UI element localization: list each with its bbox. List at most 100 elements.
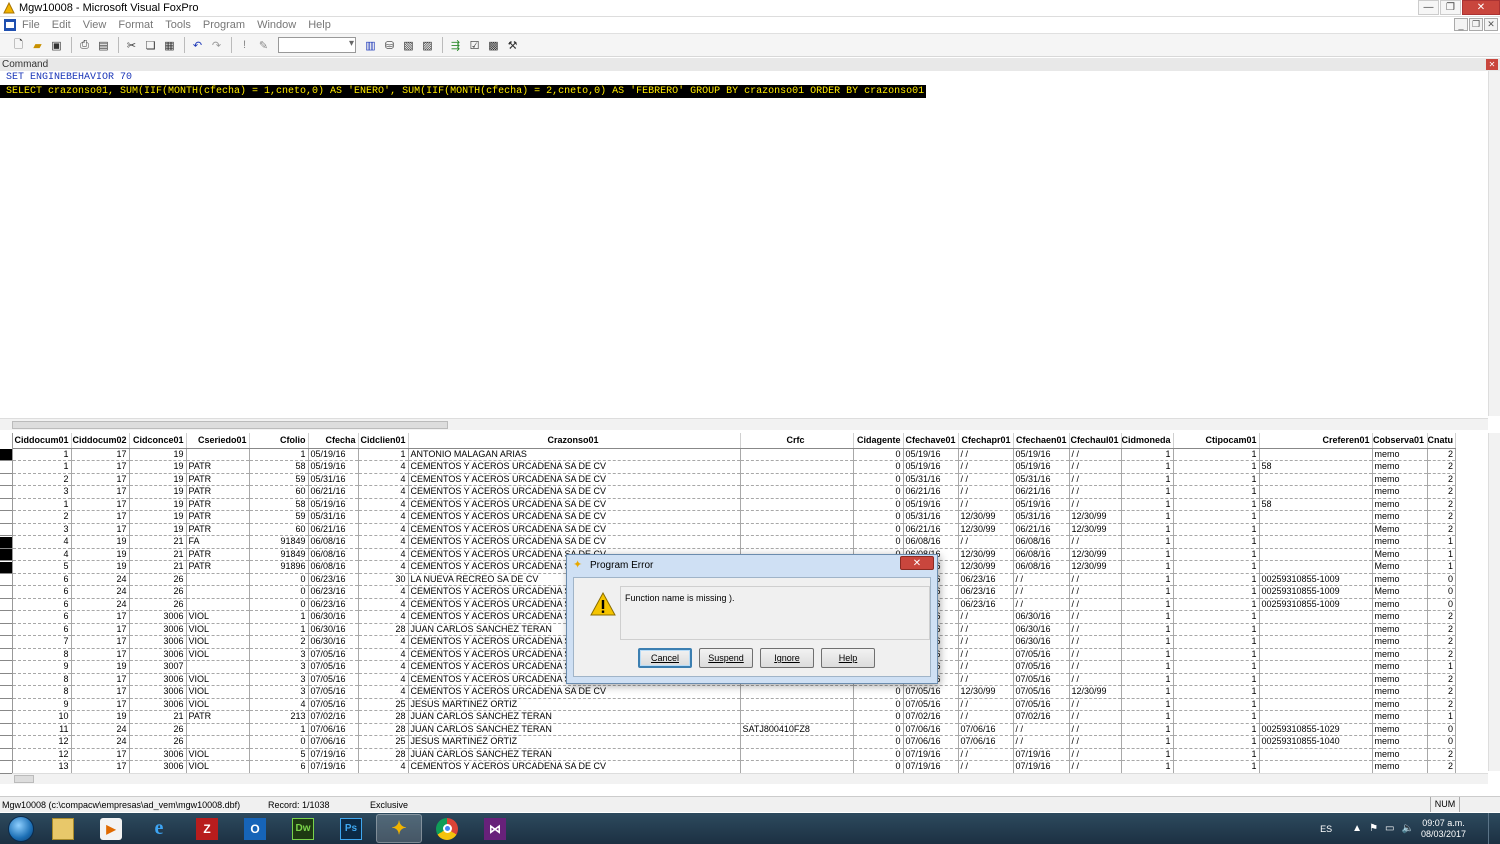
table-cell[interactable]: 07/05/16 bbox=[308, 648, 359, 661]
table-cell[interactable]: 60 bbox=[249, 523, 309, 536]
table-cell[interactable]: 06/23/16 bbox=[958, 573, 1014, 586]
column-header-cfechapr01[interactable]: Cfechapr01 bbox=[958, 433, 1014, 449]
table-cell[interactable]: VIOL bbox=[186, 635, 250, 649]
table-cell[interactable]: 11 bbox=[13, 723, 72, 736]
database-combo[interactable] bbox=[278, 37, 356, 53]
table-row[interactable]: 12 24 26 0 07/06/16 25 JESUS MARTINEZ ORTIZ 0 07… bbox=[13, 735, 1457, 749]
table-cell[interactable]: PATR bbox=[186, 548, 250, 561]
table-cell[interactable]: memo bbox=[1372, 610, 1428, 624]
column-header-crazonso01[interactable]: Crazonso01 bbox=[408, 433, 741, 449]
task-list-icon[interactable]: ☑ bbox=[466, 37, 483, 54]
table-cell[interactable]: 0 bbox=[1427, 598, 1457, 611]
table-cell[interactable]: CEMENTOS Y ACEROS URCADENA SA DE CV bbox=[408, 685, 741, 699]
table-cell[interactable]: 2 bbox=[1427, 473, 1457, 486]
table-cell[interactable]: 1 bbox=[1173, 760, 1260, 774]
table-cell[interactable]: / / bbox=[1069, 498, 1122, 511]
record-selector[interactable] bbox=[0, 574, 12, 586]
record-selector[interactable] bbox=[0, 699, 12, 711]
table-cell[interactable]: / / bbox=[958, 623, 1014, 636]
table-cell[interactable]: JUAN CARLOS SANCHEZ TERAN bbox=[408, 710, 741, 724]
table-cell[interactable]: 3006 bbox=[129, 748, 187, 761]
table-cell[interactable]: / / bbox=[1069, 460, 1122, 474]
table-cell[interactable]: 07/19/16 bbox=[308, 748, 359, 761]
table-cell[interactable] bbox=[740, 735, 854, 749]
table-cell[interactable]: PATR bbox=[186, 560, 250, 574]
table-cell[interactable]: 24 bbox=[71, 585, 130, 599]
table-cell[interactable]: 17 bbox=[71, 448, 130, 461]
command-line-1[interactable]: SET ENGINEBEHAVIOR 70 bbox=[0, 71, 1500, 84]
browse-scroll-thumb[interactable] bbox=[14, 775, 34, 783]
paste-icon[interactable]: ▦ bbox=[161, 37, 178, 54]
column-header-cfecha[interactable]: Cfecha bbox=[308, 433, 359, 449]
table-cell[interactable]: 07/05/16 bbox=[1013, 648, 1070, 661]
table-cell[interactable]: 1 bbox=[1173, 698, 1260, 711]
table-cell[interactable] bbox=[740, 498, 854, 511]
table-cell[interactable]: 06/30/16 bbox=[1013, 610, 1070, 624]
table-cell[interactable]: / / bbox=[1069, 623, 1122, 636]
table-cell[interactable] bbox=[1259, 635, 1373, 649]
table-cell[interactable]: 19 bbox=[129, 448, 187, 461]
table-cell[interactable]: 1 bbox=[1173, 623, 1260, 636]
table-cell[interactable] bbox=[740, 685, 854, 699]
table-cell[interactable]: / / bbox=[1013, 598, 1070, 611]
table-row[interactable]: 1 17 19 PATR 58 05/19/16 4 CEMENTOS Y ACEROS UR… bbox=[13, 460, 1457, 474]
table-cell[interactable]: / / bbox=[1013, 573, 1070, 586]
table-cell[interactable]: 1 bbox=[1173, 510, 1260, 524]
maximize-button[interactable]: ❐ bbox=[1440, 0, 1461, 15]
table-cell[interactable]: / / bbox=[958, 460, 1014, 474]
table-cell[interactable]: 17 bbox=[71, 648, 130, 661]
table-cell[interactable] bbox=[1259, 610, 1373, 624]
column-header-ciddocum02[interactable]: Ciddocum02 bbox=[71, 433, 130, 449]
column-header-cobserva01[interactable]: Cobserva01 bbox=[1372, 433, 1428, 449]
table-cell[interactable]: memo bbox=[1372, 635, 1428, 649]
column-header-ctipocam01[interactable]: Ctipocam01 bbox=[1173, 433, 1260, 449]
table-cell[interactable]: 1 bbox=[1173, 560, 1260, 574]
table-cell[interactable]: 1 bbox=[1121, 523, 1174, 536]
table-cell[interactable]: 24 bbox=[71, 735, 130, 749]
table-cell[interactable]: 6 bbox=[13, 598, 72, 611]
tools-icon[interactable]: ⚒ bbox=[504, 37, 521, 54]
table-cell[interactable]: memo bbox=[1372, 660, 1428, 674]
table-cell[interactable]: 12/30/99 bbox=[958, 560, 1014, 574]
table-cell[interactable]: / / bbox=[1069, 723, 1122, 736]
print-preview-icon[interactable]: ▤ bbox=[95, 37, 112, 54]
table-cell[interactable]: 3006 bbox=[129, 685, 187, 699]
table-cell[interactable]: 1 bbox=[1121, 735, 1174, 749]
taskbar-chrome[interactable] bbox=[424, 814, 470, 843]
column-header-cidconce01[interactable]: Cidconce01 bbox=[129, 433, 187, 449]
column-header-cfechaen01[interactable]: Cfechaen01 bbox=[1013, 433, 1070, 449]
table-cell[interactable]: 9 bbox=[13, 660, 72, 674]
table-cell[interactable]: 17 bbox=[71, 510, 130, 524]
menu-window[interactable]: Window bbox=[257, 19, 296, 31]
table-cell[interactable]: 2 bbox=[1427, 760, 1457, 774]
command-window-icon[interactable]: ▥ bbox=[362, 37, 379, 54]
table-cell[interactable]: 91896 bbox=[249, 560, 309, 574]
table-cell[interactable]: 06/08/16 bbox=[1013, 548, 1070, 561]
table-cell[interactable]: 05/19/16 bbox=[308, 448, 359, 461]
browse-horizontal-scrollbar[interactable] bbox=[0, 773, 1488, 784]
table-cell[interactable]: 3 bbox=[13, 523, 72, 536]
open-folder-icon[interactable]: ▰ bbox=[29, 37, 46, 54]
table-cell[interactable]: 28 bbox=[358, 748, 409, 761]
table-cell[interactable]: memo bbox=[1372, 748, 1428, 761]
table-cell[interactable]: memo bbox=[1372, 698, 1428, 711]
table-cell[interactable]: 19 bbox=[71, 710, 130, 724]
table-cell[interactable]: 1 bbox=[1121, 460, 1174, 474]
table-cell[interactable]: 05/19/16 bbox=[308, 498, 359, 511]
table-cell[interactable]: 05/31/16 bbox=[1013, 473, 1070, 486]
table-cell[interactable]: / / bbox=[1069, 648, 1122, 661]
table-cell[interactable]: 21 bbox=[129, 560, 187, 574]
table-cell[interactable]: 00259310855-1009 bbox=[1259, 585, 1373, 599]
record-selector[interactable] bbox=[0, 536, 12, 549]
cut-icon[interactable]: ✂ bbox=[123, 37, 140, 54]
table-cell[interactable]: / / bbox=[1069, 710, 1122, 724]
help-button[interactable]: Help bbox=[821, 648, 875, 668]
table-cell[interactable] bbox=[1259, 523, 1373, 536]
table-cell[interactable]: 4 bbox=[358, 635, 409, 649]
table-cell[interactable]: 17 bbox=[71, 460, 130, 474]
column-header-creferen01[interactable]: Creferen01 bbox=[1259, 433, 1373, 449]
table-cell[interactable]: 2 bbox=[1427, 748, 1457, 761]
table-cell[interactable]: 58 bbox=[249, 460, 309, 474]
table-cell[interactable]: 1 bbox=[1427, 560, 1457, 574]
table-cell[interactable]: 4 bbox=[358, 523, 409, 536]
